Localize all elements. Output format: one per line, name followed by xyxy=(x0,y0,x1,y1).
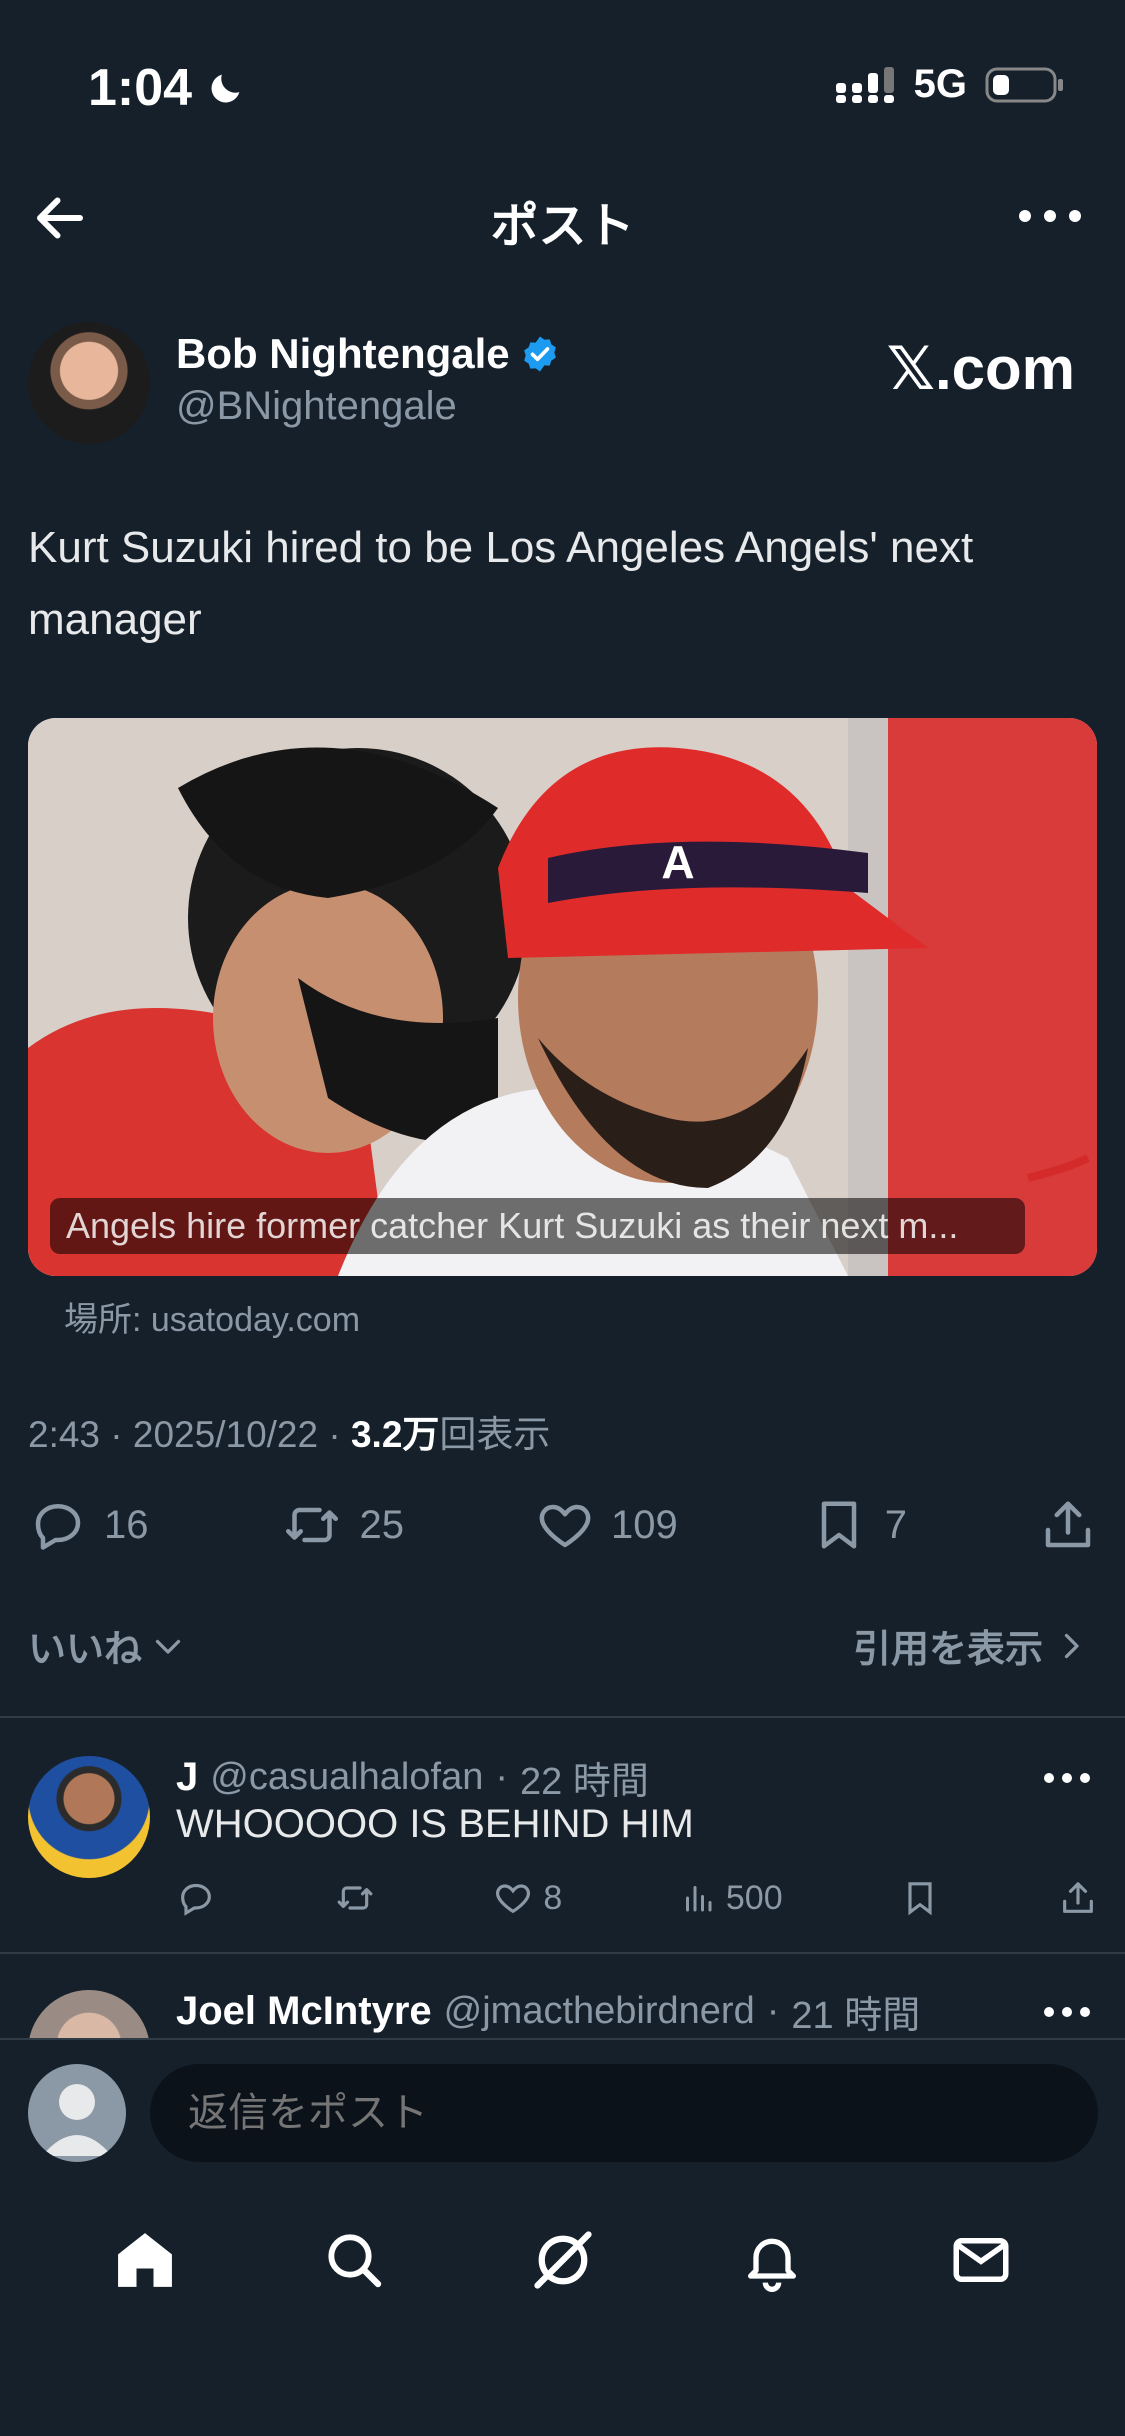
default-avatar-icon xyxy=(42,2084,112,2156)
home-icon xyxy=(117,2233,172,2287)
bookmark-button[interactable]: 7 xyxy=(809,1495,907,1555)
bookmark-icon xyxy=(821,1501,856,1549)
x-com-logo: 𝕏.com xyxy=(886,335,1075,402)
verified-badge-icon xyxy=(523,336,556,372)
signal-icon xyxy=(835,66,894,103)
status-time: 1:04 xyxy=(88,58,246,118)
heart-icon xyxy=(496,1884,531,1914)
reply-header: J @casualhalofan · 22 時間 xyxy=(176,1750,649,1805)
nav-messages[interactable] xyxy=(945,2224,1017,2296)
divider xyxy=(0,2038,1125,2040)
reply-like-count: 8 xyxy=(543,1878,563,1917)
mail-icon xyxy=(953,2238,1008,2282)
repost-icon xyxy=(285,1507,338,1543)
reply-like-button[interactable]: 8 xyxy=(493,1878,562,1918)
meta-separator: · xyxy=(110,1414,133,1455)
view-label: 回表示 xyxy=(439,1414,551,1455)
reply-count: 16 xyxy=(104,1502,149,1547)
user-avatar[interactable] xyxy=(28,2064,126,2162)
reply-time: 21 時間 xyxy=(791,1995,921,2037)
news-photo: A xyxy=(28,718,1097,1276)
share-button[interactable] xyxy=(1038,1495,1098,1555)
reply-more-button[interactable] xyxy=(1043,1768,1091,1788)
view-count: 3.2万 xyxy=(350,1414,440,1455)
author-handle[interactable]: @BNightengale xyxy=(176,384,457,429)
page-title: ポスト xyxy=(490,200,635,253)
reply-actions: 8 500 xyxy=(176,1878,1098,1918)
more-options-button[interactable] xyxy=(1015,196,1085,236)
divider xyxy=(0,1716,1125,1718)
reply-share-button[interactable] xyxy=(1058,1878,1098,1918)
like-button[interactable]: 109 xyxy=(535,1495,678,1555)
quotes-label: 引用を表示 xyxy=(852,1629,1043,1671)
post-text: Kurt Suzuki hired to be Los Angeles Ange… xyxy=(28,523,974,644)
reply-button[interactable]: 16 xyxy=(28,1495,149,1555)
link-card-image[interactable]: A xyxy=(28,718,1097,1276)
status-time-text: 1:04 xyxy=(88,59,193,117)
views-chart-icon xyxy=(685,1886,712,1912)
post-date: 2025/10/22 xyxy=(132,1414,319,1455)
chevron-down-icon xyxy=(155,1639,181,1654)
meta-separator: · xyxy=(766,1990,780,2032)
share-icon xyxy=(1063,1882,1093,1913)
reply-icon xyxy=(35,1504,81,1550)
like-count: 109 xyxy=(611,1502,678,1547)
link-card-caption[interactable]: Angels hire former catcher Kurt Suzuki a… xyxy=(50,1198,1025,1254)
post-time: 2:43 xyxy=(28,1414,101,1455)
more-icon xyxy=(1019,210,1081,222)
share-icon xyxy=(1045,1501,1091,1548)
reply-bookmark-button[interactable] xyxy=(900,1878,940,1918)
reply-text: WHOOOOO IS BEHIND HIM xyxy=(176,1802,694,1846)
reply-author-handle[interactable]: @jmacthebirdnerd xyxy=(444,1990,755,2033)
view-quotes-link[interactable]: 引用を表示 xyxy=(853,1618,1089,1673)
author-name-row[interactable]: Bob Nightengale xyxy=(176,330,560,378)
reply-views-button[interactable]: 500 xyxy=(680,1878,783,1918)
repost-icon xyxy=(337,1886,373,1910)
bookmark-count: 7 xyxy=(884,1502,907,1547)
repost-count: 25 xyxy=(359,1502,405,1547)
reply-author-name[interactable]: Joel McIntyre xyxy=(176,1989,432,2034)
likes-label: いいね xyxy=(28,1629,143,1671)
more-icon xyxy=(1044,1773,1090,1783)
bookmark-icon xyxy=(908,1882,932,1916)
reply-icon xyxy=(181,1883,211,1916)
search-icon xyxy=(327,2234,381,2288)
reply-avatar[interactable] xyxy=(28,1756,150,1878)
heart-icon xyxy=(539,1504,591,1548)
repost-button[interactable]: 25 xyxy=(280,1495,405,1555)
chevron-right-icon xyxy=(1064,1633,1079,1658)
meta-separator: · xyxy=(495,1756,508,1798)
svg-text:A: A xyxy=(661,836,694,888)
battery-icon xyxy=(985,67,1063,102)
nav-search[interactable] xyxy=(318,2224,390,2296)
bottom-nav xyxy=(0,2220,1125,2300)
nav-notifications[interactable] xyxy=(736,2224,808,2296)
more-icon xyxy=(1044,2007,1090,2017)
reply-view-count: 500 xyxy=(725,1878,783,1917)
reply-repost-button[interactable] xyxy=(334,1878,376,1918)
moon-icon xyxy=(211,74,240,103)
reply-more-button[interactable] xyxy=(1043,2002,1091,2022)
author-avatar[interactable] xyxy=(28,322,150,444)
nav-grok[interactable] xyxy=(527,2224,599,2296)
reply-author-handle[interactable]: @casualhalofan xyxy=(210,1756,483,1799)
nav-home[interactable] xyxy=(109,2224,181,2296)
likes-toggle[interactable]: いいね xyxy=(28,1618,186,1673)
meta-separator: · xyxy=(328,1414,351,1455)
bell-icon xyxy=(747,2238,796,2292)
post-actions: 16 25 109 7 xyxy=(28,1490,1098,1560)
reply-reply-button[interactable] xyxy=(176,1878,216,1918)
divider xyxy=(0,1952,1125,1954)
grok-icon xyxy=(533,2231,592,2289)
status-indicators: 5G xyxy=(835,62,1065,107)
link-card-source[interactable]: 場所: usatoday.com xyxy=(64,1292,360,1341)
reply-input[interactable] xyxy=(150,2064,1098,2162)
network-type: 5G xyxy=(913,62,967,106)
post-meta: 2:43 · 2025/10/22 · 3.2万回表示 xyxy=(28,1404,550,1458)
reply-header: Joel McIntyre @jmacthebirdnerd · 21 時間 xyxy=(176,1984,920,2039)
reply-author-name[interactable]: J xyxy=(176,1755,198,1800)
reply-time: 22 時間 xyxy=(520,1761,649,1803)
author-name[interactable]: Bob Nightengale xyxy=(176,330,510,378)
